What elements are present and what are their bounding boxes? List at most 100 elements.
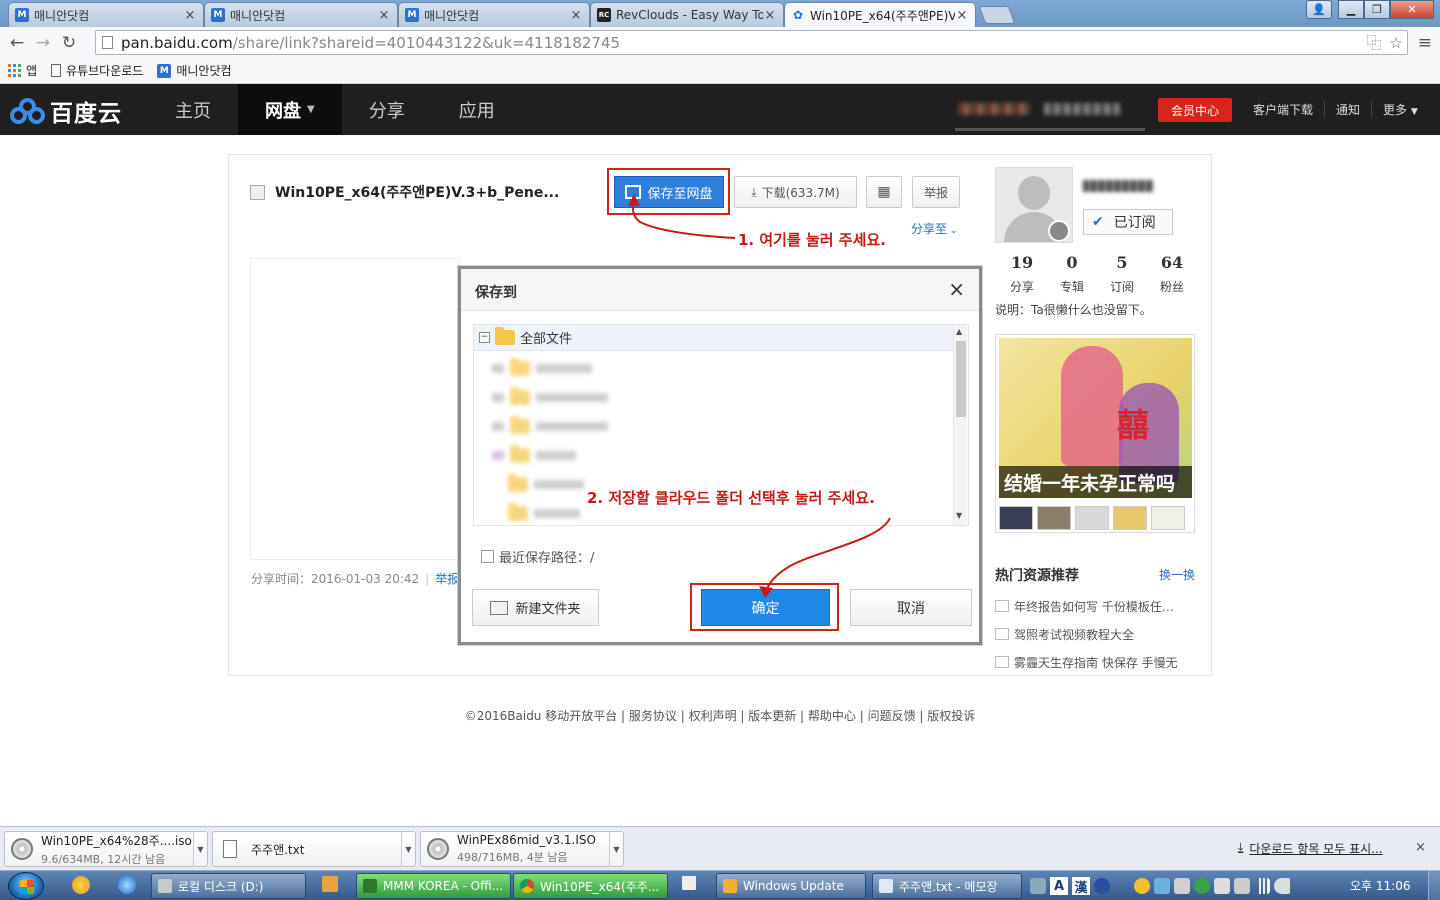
save-to-netdisk-button[interactable]: 保存至网盘 xyxy=(614,176,724,208)
windows-start-button[interactable] xyxy=(8,872,44,900)
taskbar-item[interactable]: 주주앤.txt - 메모장 xyxy=(872,873,1022,899)
ad-thumbnail[interactable] xyxy=(1151,506,1185,530)
translate-icon[interactable]: ⿻ xyxy=(1363,32,1385,53)
usb-icon[interactable] xyxy=(1234,878,1250,894)
security-icon[interactable] xyxy=(1194,878,1210,894)
cancel-button[interactable]: 取消 xyxy=(850,589,972,626)
report-button[interactable]: 举报 xyxy=(912,176,960,208)
close-icon[interactable]: × xyxy=(763,8,777,23)
nav-share[interactable]: 分享 xyxy=(342,84,432,135)
chevron-down-icon[interactable]: ▼ xyxy=(193,832,207,866)
qrcode-button[interactable]: ▦ xyxy=(866,176,902,208)
nav-home[interactable]: 主页 xyxy=(148,84,238,135)
more-link[interactable]: 更多 ▼ xyxy=(1371,101,1429,118)
chevron-down-icon[interactable]: ▼ xyxy=(609,832,623,866)
user-icon[interactable]: 👤 xyxy=(1306,0,1332,19)
close-window-button[interactable]: ✕ xyxy=(1390,0,1434,19)
taskbar-item-active[interactable]: Win10PE_x64(주주... xyxy=(513,873,668,899)
internet-explorer-icon[interactable] xyxy=(118,876,136,894)
hanja-mode[interactable]: 漢 xyxy=(1072,877,1090,896)
bookmark-manian[interactable]: M 매니안닷컴 xyxy=(157,62,232,79)
baidu-logo[interactable]: 百度云 xyxy=(10,94,122,128)
profile-name-blurred[interactable] xyxy=(1083,180,1153,192)
scrollbar-thumb[interactable] xyxy=(956,341,966,417)
folder-item-blurred[interactable] xyxy=(492,444,576,465)
avatar[interactable] xyxy=(995,167,1073,243)
minimize-button[interactable]: ▁ xyxy=(1338,0,1364,19)
close-icon[interactable]: × xyxy=(1415,840,1426,855)
taskbar-item[interactable]: 로컬 디스크 (D:) xyxy=(151,873,306,899)
menu-icon[interactable]: ≡ xyxy=(1418,33,1432,53)
confirm-button[interactable]: 确定 xyxy=(701,589,830,626)
tree-root-folder[interactable]: − 全部文件 xyxy=(474,325,954,351)
user-name-blurred[interactable] xyxy=(958,98,1144,120)
folder-item-blurred[interactable] xyxy=(508,473,584,494)
browser-tab[interactable]: M 매니안닷컴 × xyxy=(204,2,398,27)
folder-item-blurred[interactable] xyxy=(492,357,592,378)
stat-albums[interactable]: 0 专辑 xyxy=(1047,253,1097,295)
folder-item-blurred[interactable] xyxy=(492,386,608,407)
calculator-icon[interactable] xyxy=(682,876,696,890)
help-icon[interactable] xyxy=(1094,878,1110,894)
scroll-up-icon[interactable]: ▲ xyxy=(956,327,962,336)
vip-center-button[interactable]: 会员中心 xyxy=(1158,98,1232,122)
ad-thumbnail[interactable] xyxy=(1037,506,1071,530)
close-icon[interactable]: × xyxy=(377,8,391,23)
maximize-button[interactable]: ❐ xyxy=(1364,0,1390,19)
collapse-icon[interactable]: − xyxy=(479,332,490,343)
show-desktop-button[interactable] xyxy=(1428,870,1440,900)
bookmark-apps[interactable]: 앱 xyxy=(8,62,37,79)
report-link[interactable]: 举报 xyxy=(435,572,459,586)
page-footer[interactable]: ©2016Baidu 移动开放平台 | 服务协议 | 权利声明 | 版本更新 |… xyxy=(0,707,1440,724)
forward-arrow-icon[interactable]: → xyxy=(30,33,56,53)
media-icon[interactable] xyxy=(322,876,338,892)
ad-thumbnail[interactable] xyxy=(1113,506,1147,530)
list-item[interactable]: 年终报告如何写 千份模板任… xyxy=(995,592,1205,620)
tray-app-icon[interactable] xyxy=(1134,878,1150,894)
flag-icon[interactable] xyxy=(1214,878,1230,894)
ad-banner[interactable]: 囍 结婚一年未孕正常吗 xyxy=(995,334,1195,533)
browser-tab[interactable]: M 매니안닷컴 × xyxy=(8,2,204,27)
quicklaunch-icon[interactable] xyxy=(72,876,90,894)
address-bar[interactable]: pan.baidu.com/share/link?shareid=4010443… xyxy=(95,30,1408,55)
download-item[interactable]: 주주앤.txt ▼ xyxy=(212,831,416,867)
pen-icon[interactable] xyxy=(1030,878,1046,894)
list-item[interactable]: 雾霾天生存指南 快保存 手慢无 xyxy=(995,648,1205,676)
download-item[interactable]: Win10PE_x64%28주....iso 9.6/634MB, 12시간 남… xyxy=(4,831,208,867)
close-icon[interactable]: × xyxy=(955,8,969,23)
recent-path-option[interactable]: 最近保存路径：/ xyxy=(481,547,594,566)
folder-item-blurred[interactable] xyxy=(492,415,608,436)
reload-icon[interactable]: ↻ xyxy=(56,33,82,53)
new-tab-button[interactable] xyxy=(978,6,1016,24)
stat-shares[interactable]: 19 分享 xyxy=(997,253,1047,295)
browser-tab[interactable]: RC RevClouds - Easy Way To × xyxy=(590,2,784,27)
ad-thumbnail[interactable] xyxy=(1075,506,1109,530)
show-all-downloads-link[interactable]: ⤓ 다운로드 항목 모두 표시... xyxy=(1238,840,1383,857)
volume-icon[interactable] xyxy=(1274,878,1290,894)
nav-apps[interactable]: 应用 xyxy=(432,84,522,135)
tray-app-icon[interactable] xyxy=(1174,878,1190,894)
download-button[interactable]: ⤓ 下载(633.7M) xyxy=(734,176,857,208)
bookmark-youtube-download[interactable]: 유튜브다운로드 xyxy=(51,62,143,79)
taskbar-item[interactable]: MMM KOREA - Offi... xyxy=(356,873,511,899)
client-download-link[interactable]: 客户端下载 xyxy=(1242,101,1324,118)
chevron-down-icon[interactable]: ▼ xyxy=(401,832,415,866)
notice-link[interactable]: 通知 xyxy=(1324,101,1371,118)
close-icon[interactable]: × xyxy=(569,8,583,23)
browser-tab-active[interactable]: ✿ Win10PE_x64(주주앤PE)V. × xyxy=(784,2,976,27)
tree-scrollbar[interactable]: ▲ ▼ xyxy=(953,325,967,525)
chevron-up-icon[interactable] xyxy=(1114,878,1130,894)
download-item[interactable]: WinPEx86mid_v3.1.ISO 498/716MB, 4분 남음 ▼ xyxy=(420,831,624,867)
folder-item-blurred[interactable] xyxy=(508,502,580,523)
ad-thumbnail[interactable] xyxy=(999,506,1033,530)
stat-fans[interactable]: 64 粉丝 xyxy=(1147,253,1197,295)
refresh-link[interactable]: 换一换 xyxy=(1159,566,1195,583)
tray-app-icon[interactable] xyxy=(1154,878,1170,894)
language-mode-a[interactable]: A xyxy=(1050,877,1068,895)
clock[interactable]: 오후 11:06 xyxy=(1350,877,1410,894)
list-item[interactable]: 驾照考试视频教程大全 xyxy=(995,620,1205,648)
taskbar-item[interactable]: Windows Update xyxy=(716,873,866,899)
back-arrow-icon[interactable]: ← xyxy=(4,33,30,53)
subscribed-button[interactable]: ✔ 已订阅 xyxy=(1083,209,1173,235)
browser-tab[interactable]: M 매니안닷컴 × xyxy=(398,2,590,27)
